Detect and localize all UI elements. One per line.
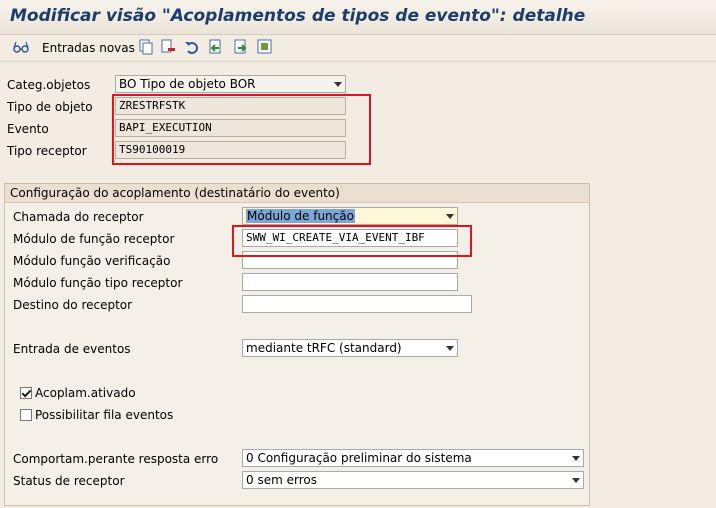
receiver-destination-input[interactable] [242,295,472,313]
next-entry-icon[interactable] [233,39,249,55]
highlight-box-receiver-fm [232,225,472,257]
error-behavior-label: Comportam.perante resposta erro [13,452,219,466]
object-category-label: Categ.objetos [7,78,91,92]
receiver-call-value: Módulo de função [246,209,355,223]
event-queue-label: Possibilitar fila eventos [35,408,174,422]
event-delivery-label: Entrada de eventos [13,342,131,356]
chevron-down-icon [572,478,580,483]
chevron-down-icon [446,214,454,219]
highlight-box-header [112,94,371,165]
receiver-fm-label: Módulo de função receptor [13,232,175,246]
event-delivery-select[interactable]: mediante tRFC (standard) [242,339,458,357]
receiver-type-label: Tipo receptor [7,144,87,158]
select-all-icon[interactable] [257,39,273,55]
previous-entry-icon[interactable] [208,39,224,55]
object-category-value: BO Tipo de objeto BOR [119,77,256,91]
error-behavior-value: 0 Configuração preliminar do sistema [246,451,472,465]
receiver-type-fm-label: Módulo função tipo receptor [13,276,183,290]
object-category-select[interactable]: BO Tipo de objeto BOR [115,75,346,93]
event-delivery-value: mediante tRFC (standard) [246,341,402,355]
delete-icon[interactable] [160,39,176,55]
receiver-call-select[interactable]: Módulo de função [242,207,458,225]
event-label: Evento [7,122,49,136]
copy-icon[interactable] [138,39,154,55]
receiver-destination-label: Destino do receptor [13,298,133,312]
group-title: Configuração do acoplamento (destinatári… [10,186,340,200]
object-type-label: Tipo de objeto [7,100,93,114]
coupling-active-checkbox[interactable] [20,387,32,399]
error-behavior-select[interactable]: 0 Configuração preliminar do sistema [242,449,584,467]
undo-icon[interactable] [184,39,200,55]
chevron-down-icon [446,346,454,351]
page-title: Modificar visão "Acoplamentos de tipos d… [10,6,586,26]
event-queue-checkbox[interactable] [20,409,32,421]
new-entries-button[interactable]: Entradas novas [42,41,135,55]
receiver-status-value: 0 sem erros [246,473,317,487]
check-fm-label: Módulo função verificação [13,254,171,268]
receiver-type-fm-input[interactable] [242,273,458,291]
receiver-status-label: Status de receptor [13,474,125,488]
application-toolbar: Entradas novas [0,35,716,62]
chevron-down-icon [572,456,580,461]
chevron-down-icon [334,82,342,87]
coupling-active-label: Acoplam.ativado [35,386,136,400]
glasses-icon[interactable] [12,39,29,55]
receiver-call-label: Chamada do receptor [13,210,144,224]
receiver-status-select[interactable]: 0 sem erros [242,471,584,489]
